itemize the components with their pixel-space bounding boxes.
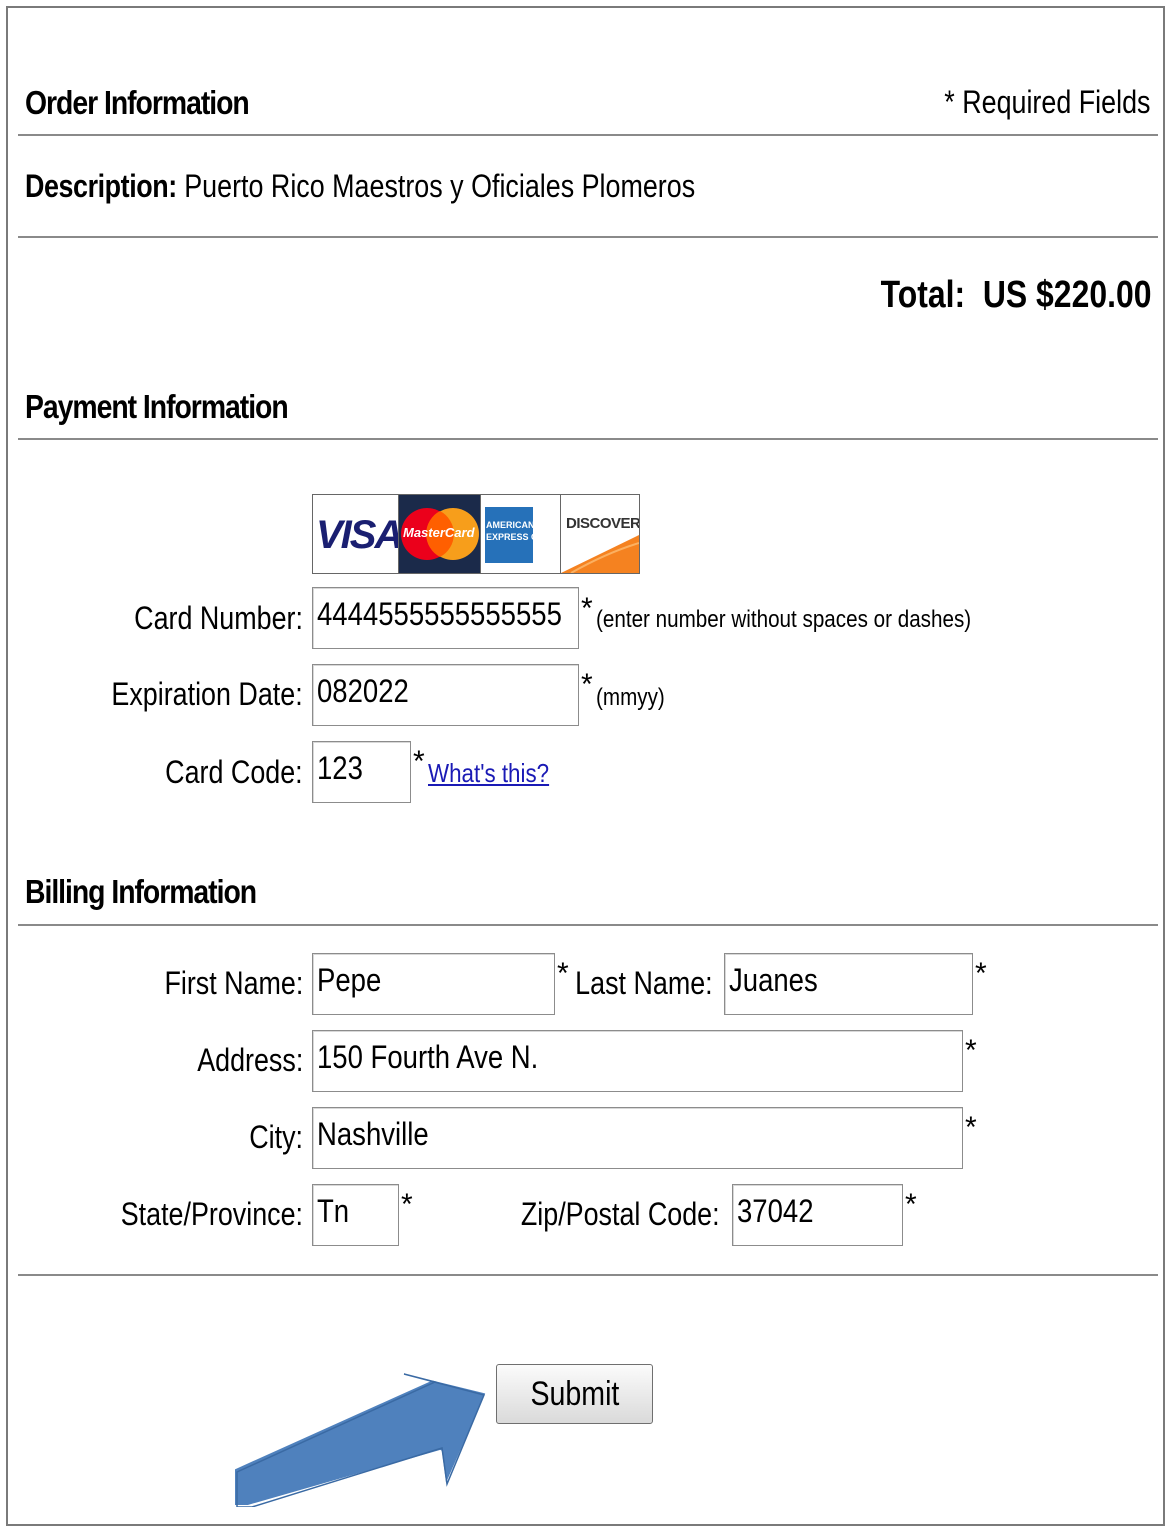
pointer-arrow-icon (231, 1368, 490, 1507)
